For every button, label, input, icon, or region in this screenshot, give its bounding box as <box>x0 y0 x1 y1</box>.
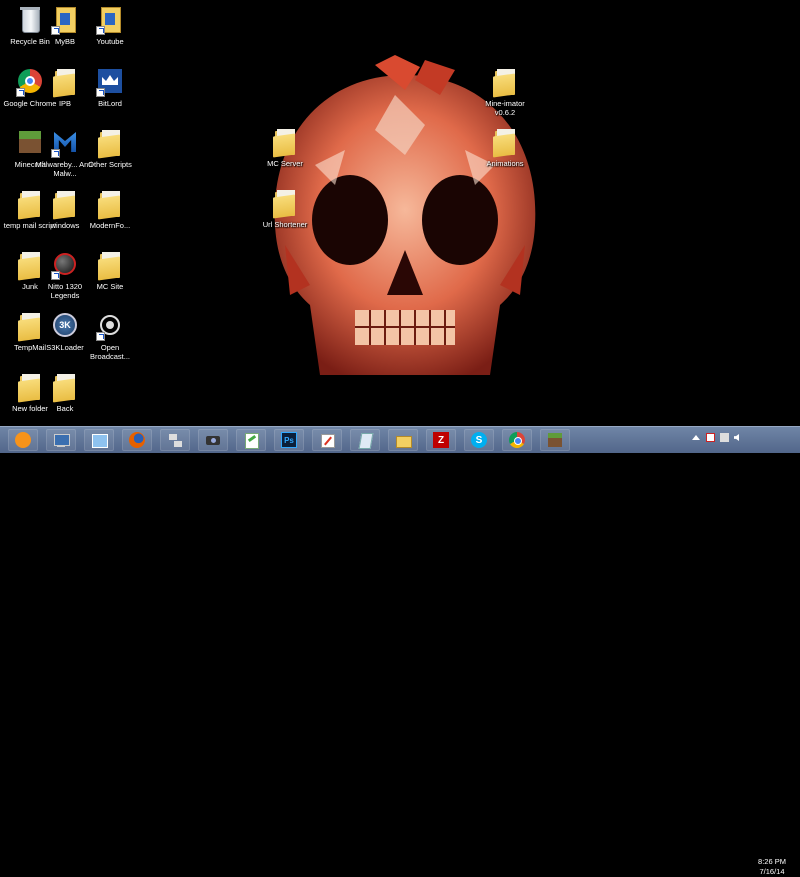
taskbar-computer-button[interactable] <box>46 429 76 451</box>
desktop-icon-label: MC Server <box>267 159 303 168</box>
taskbar-skype-button[interactable]: S <box>464 429 494 451</box>
folder-icon <box>51 67 79 98</box>
url-shortener-folder[interactable]: Url Shortener <box>255 186 315 244</box>
clock-time: 8:26 PM <box>758 857 786 866</box>
shortcut-arrow-icon <box>96 26 105 35</box>
action-center-icon[interactable] <box>706 433 716 443</box>
taskbar-photoshop-button[interactable]: Ps <box>274 429 304 451</box>
desktop: Recycle Bin Google Chrome Minecraft temp… <box>0 0 800 426</box>
bitlord-icon[interactable]: BitLord <box>80 65 140 123</box>
animations-folder[interactable]: Animations <box>475 125 535 183</box>
minecraft-icon <box>547 432 563 448</box>
back-folder[interactable]: Back <box>35 370 95 426</box>
taskbar: Ps Z S 8:26 PM 7/16/14 <box>0 426 800 876</box>
desktop-icon-label: MC Site <box>96 282 124 291</box>
shortcut-arrow-icon <box>96 88 105 97</box>
taskbar-file-explorer-button[interactable] <box>388 429 418 451</box>
network-icon <box>167 432 183 448</box>
skype-icon: S <box>471 432 487 448</box>
desktop-icon-label: Other Scripts <box>88 160 132 169</box>
control-panel-icon <box>91 432 108 448</box>
folder-icon <box>51 189 79 220</box>
paint-icon <box>319 432 335 448</box>
mc-server-folder[interactable]: MC Server <box>255 125 315 183</box>
computer-icon <box>53 432 70 448</box>
taskbar-minecraft-button[interactable] <box>540 429 570 451</box>
desktop-icon-label: Back <box>56 404 74 413</box>
mc-site-folder[interactable]: MC Site <box>80 248 140 306</box>
crown-icon <box>96 67 124 97</box>
network-status-icon[interactable] <box>720 433 730 443</box>
desktop-icon-label: Youtube <box>96 37 124 46</box>
folder-icon <box>96 250 124 281</box>
firefox-icon <box>129 432 145 448</box>
taskbar-bitcoin-button[interactable] <box>8 429 38 451</box>
clock[interactable]: 8:26 PM 7/16/14 <box>752 857 792 877</box>
taskbar-network-button[interactable] <box>160 429 190 451</box>
other-scripts-folder[interactable]: Other Scripts <box>80 126 140 184</box>
volume-icon[interactable] <box>734 433 744 443</box>
shortcut-arrow-icon <box>51 149 60 158</box>
shortcut-arrow-icon <box>96 332 105 341</box>
filezilla-icon: Z <box>433 432 449 448</box>
malwarebytes-glyph-icon <box>51 128 79 158</box>
folder-icon <box>51 372 79 403</box>
desktop-icon-label: ModernFo... <box>89 221 131 230</box>
helmet-icon <box>51 250 79 280</box>
taskbar-firefox-button[interactable] <box>122 429 152 451</box>
folder-icon <box>96 128 124 159</box>
obs-icon <box>96 311 124 341</box>
chrome-icon <box>509 432 525 448</box>
folder-shortcut-icon <box>51 5 79 35</box>
taskbar-notepad-plus-button[interactable] <box>236 429 266 451</box>
desktop-icon-label: Animations <box>486 159 524 168</box>
folder-shortcut-icon <box>96 5 124 35</box>
shortcut-arrow-icon <box>16 88 25 97</box>
bitcoin-icon <box>15 432 31 448</box>
desktop-icon-label: BitLord <box>98 99 122 108</box>
mine-imator-folder[interactable]: Mine-imator v0.6.2 <box>475 65 535 123</box>
taskbar-filezilla-button[interactable]: Z <box>426 429 456 451</box>
taskbar-camera-button[interactable] <box>198 429 228 451</box>
taskbar-document-button[interactable] <box>350 429 380 451</box>
folder-icon <box>271 127 299 158</box>
clock-date: 7/16/14 <box>759 867 785 876</box>
youtube-icon[interactable]: Youtube <box>80 3 140 61</box>
notepad-plus-icon <box>243 432 259 449</box>
desktop-icon-label: Open Broadcast... <box>89 343 131 361</box>
taskbar-control-panel-button[interactable] <box>84 429 114 451</box>
folder-icon <box>96 189 124 220</box>
file-explorer-icon <box>395 432 412 448</box>
show-hidden-icons-button[interactable] <box>692 433 700 443</box>
folder-icon <box>271 188 299 219</box>
modernfo-folder[interactable]: ModernFo... <box>80 187 140 245</box>
s3k-glyph-icon: 3K <box>51 311 79 341</box>
camera-icon <box>205 432 221 448</box>
shortcut-arrow-icon <box>51 26 60 35</box>
taskbar-chrome-button[interactable] <box>502 429 532 451</box>
chevron-up-icon <box>692 435 700 440</box>
photoshop-icon: Ps <box>281 432 297 448</box>
taskbar-paint-button[interactable] <box>312 429 342 451</box>
folder-icon <box>491 67 519 98</box>
document-icon <box>357 432 374 449</box>
folder-icon <box>491 127 519 158</box>
shortcut-arrow-icon <box>51 271 60 280</box>
desktop-icon-label: Url Shortener <box>262 220 308 229</box>
desktop-icon-label: Mine-imator v0.6.2 <box>485 99 525 117</box>
open-broadcaster-icon[interactable]: Open Broadcast... <box>80 309 140 367</box>
